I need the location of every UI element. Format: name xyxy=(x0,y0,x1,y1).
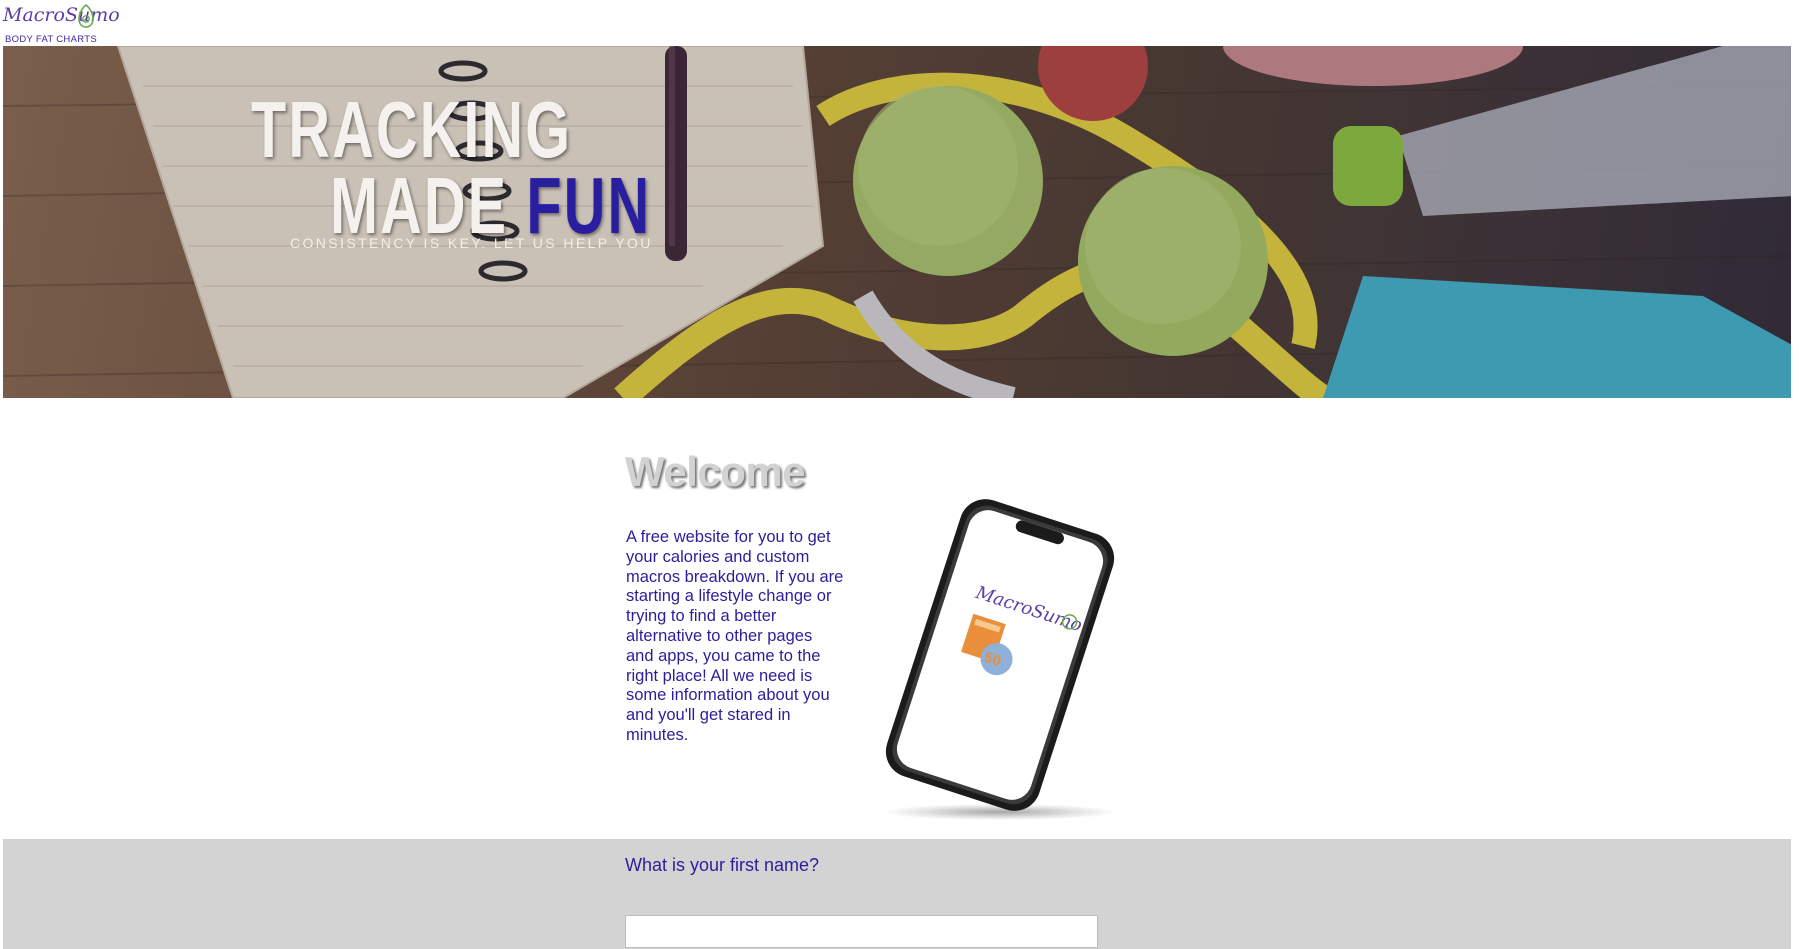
welcome-heading: Welcome xyxy=(625,448,806,495)
smartphone-image: MacroSumo 50 xyxy=(885,499,1115,811)
first-name-label: What is your first name? xyxy=(625,855,820,875)
hero-banner: TRACKING MADE FUN CONSISTENCY IS KEY. LE… xyxy=(3,46,1794,398)
logo-subtitle: BODY FAT CHARTS xyxy=(5,34,97,45)
logo-wordmark: MacroSumo xyxy=(3,4,120,26)
page-scrollbar-track[interactable] xyxy=(1791,0,1799,949)
welcome-description: A free website for you to get your calor… xyxy=(626,528,844,744)
first-name-input[interactable] xyxy=(625,915,1098,948)
hero-title-line1: TRACKING xyxy=(251,85,573,174)
hero-title-line2: MADE FUN xyxy=(330,166,651,246)
name-form-section: What is your first name? xyxy=(3,839,1791,949)
top-header: MacroSumo BODY FAT CHARTS xyxy=(0,0,1799,46)
hero-tagline: CONSISTENCY IS KEY. LET US HELP YOU xyxy=(290,235,653,251)
site-logo[interactable]: MacroSumo BODY FAT CHARTS xyxy=(3,2,120,45)
avocado-icon xyxy=(78,4,94,28)
